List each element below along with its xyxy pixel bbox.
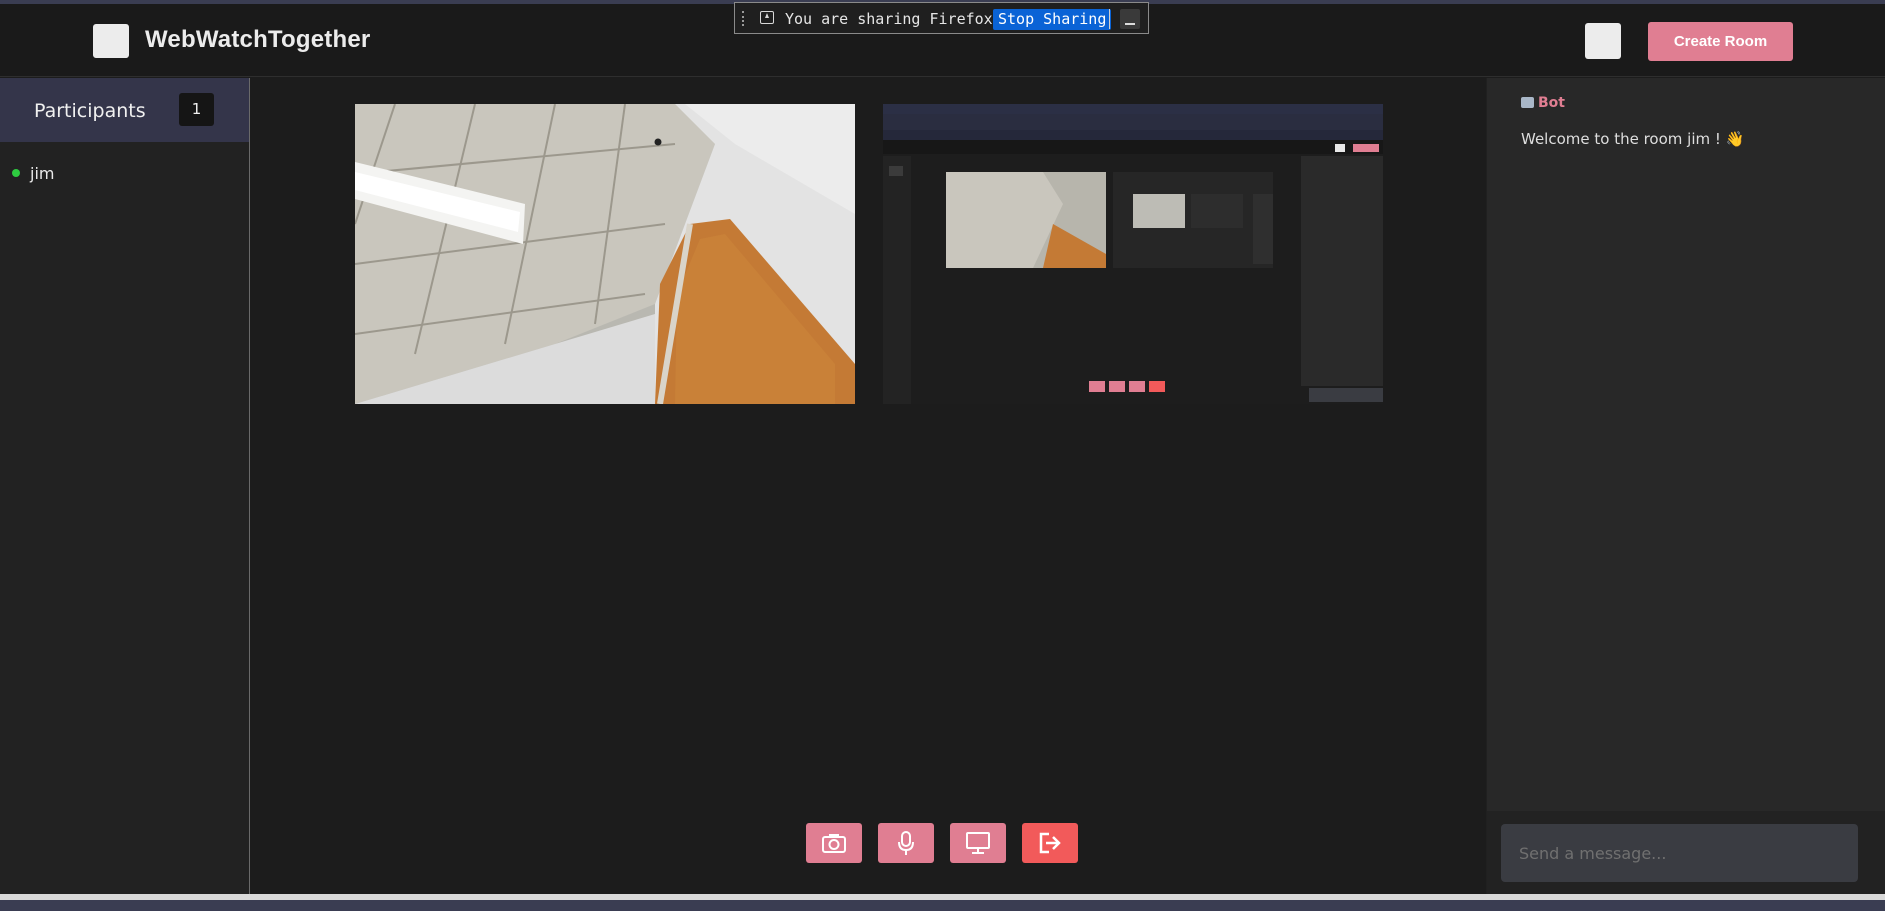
- microphone-icon: [898, 831, 914, 855]
- separator: [1109, 9, 1110, 29]
- create-room-button[interactable]: Create Room: [1648, 22, 1793, 61]
- chat-message-text: Welcome to the room jim ! 👋: [1521, 130, 1745, 148]
- bottom-edge-strip: [0, 894, 1885, 911]
- theme-toggle-button[interactable]: [1585, 23, 1621, 59]
- participants-header: Participants 1: [0, 78, 249, 142]
- chat-input-area: [1487, 811, 1885, 894]
- online-status-icon: [12, 169, 20, 177]
- camera-frame-image: [355, 104, 855, 404]
- chat-message-sender: Bot: [1521, 95, 1565, 111]
- screen-share-frame-image: [883, 104, 1383, 404]
- sender-name: Bot: [1538, 95, 1565, 111]
- exit-icon: [1039, 832, 1061, 854]
- minimize-indicator-button[interactable]: [1120, 9, 1140, 29]
- sharing-status-text: You are sharing Firefox.: [785, 10, 1002, 28]
- participants-sidebar: Participants 1 jim: [0, 78, 250, 894]
- screen-share-button[interactable]: [950, 823, 1006, 863]
- share-screen-icon: [760, 11, 774, 24]
- camera-video-tile: [355, 104, 855, 404]
- chat-panel: Bot Welcome to the room jim ! 👋: [1486, 78, 1885, 894]
- participant-name: jim: [30, 164, 55, 183]
- participants-title: Participants: [34, 100, 146, 122]
- stop-sharing-button[interactable]: Stop Sharing: [993, 9, 1112, 30]
- menu-button[interactable]: [93, 24, 129, 58]
- participants-count-badge: 1: [179, 93, 214, 126]
- robot-icon: [1521, 97, 1534, 108]
- chat-message-input[interactable]: [1501, 824, 1858, 882]
- app-title: WebWatchTogether: [145, 26, 371, 53]
- camera-button[interactable]: [806, 823, 862, 863]
- leave-room-button[interactable]: [1022, 823, 1078, 863]
- microphone-button[interactable]: [878, 823, 934, 863]
- monitor-icon: [966, 832, 990, 854]
- drag-handle-icon[interactable]: [742, 11, 747, 26]
- screen-sharing-indicator-bar: You are sharing Firefox. Stop Sharing: [734, 2, 1149, 34]
- participant-item: jim: [12, 164, 54, 183]
- screen-share-video-tile: [883, 104, 1383, 404]
- camera-icon: [822, 834, 846, 853]
